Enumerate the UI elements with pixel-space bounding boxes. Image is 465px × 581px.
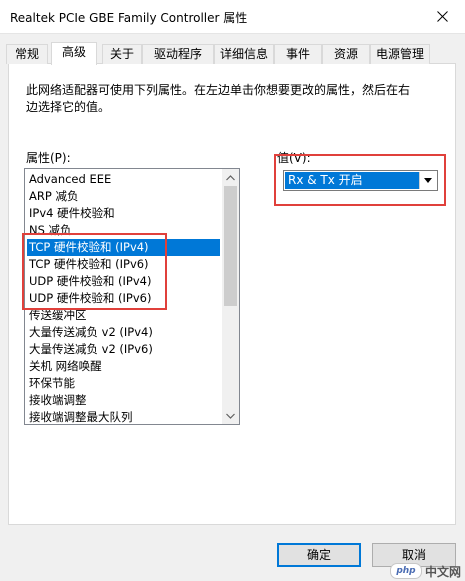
scroll-down-button[interactable] — [222, 407, 239, 424]
list-item[interactable]: ARP 减负 — [27, 188, 220, 205]
chevron-down-icon — [226, 413, 235, 419]
list-item[interactable]: 关机 网络唤醒 — [27, 358, 220, 375]
list-item[interactable]: Advanced EEE — [27, 171, 220, 188]
list-item[interactable]: 接收端调整 — [27, 392, 220, 409]
list-item[interactable]: IPv4 硬件校验和 — [27, 205, 220, 222]
watermark: php 中文网 — [389, 563, 461, 579]
php-logo: php — [389, 563, 422, 579]
tab-advanced[interactable]: 高级 — [51, 42, 97, 65]
watermark-text: 中文网 — [424, 564, 461, 579]
ok-button[interactable]: 确定 — [277, 543, 361, 567]
tab-resources[interactable]: 资源 — [322, 44, 370, 64]
property-label: 属性(P): — [26, 151, 71, 165]
chevron-up-icon — [226, 174, 235, 180]
description-text: 此网络适配器可使用下列属性。在左边单击你想要更改的属性，然后在右边选择它的值。 — [26, 83, 411, 114]
tab-details[interactable]: 详细信息 — [214, 44, 274, 64]
list-item[interactable]: 大量传送减负 v2 (IPv4) — [27, 324, 220, 341]
scroll-up-button[interactable] — [222, 169, 239, 186]
tab-strip: 常规 高级 关于 驱动程序 详细信息 事件 资源 电源管理 — [6, 42, 458, 65]
tab-power-management[interactable]: 电源管理 — [370, 44, 430, 64]
tab-driver[interactable]: 驱动程序 — [142, 44, 214, 64]
listbox-scrollbar[interactable] — [222, 169, 239, 424]
highlight-box-value — [274, 154, 446, 206]
list-item[interactable]: 接收端调整最大队列 — [27, 409, 220, 424]
list-item[interactable]: 环保节能 — [27, 375, 220, 392]
tab-about[interactable]: 关于 — [102, 44, 142, 64]
list-item[interactable]: 大量传送减负 v2 (IPv6) — [27, 341, 220, 358]
highlight-box-properties — [22, 233, 167, 310]
title-bar: Realtek PCIe GBE Family Controller 属性 — [0, 0, 465, 34]
tab-events[interactable]: 事件 — [274, 44, 322, 64]
scrollbar-thumb[interactable] — [224, 186, 237, 306]
close-button[interactable] — [419, 0, 465, 33]
window-title: Realtek PCIe GBE Family Controller 属性 — [10, 11, 248, 25]
tab-general[interactable]: 常规 — [6, 44, 48, 64]
close-icon — [436, 11, 448, 22]
